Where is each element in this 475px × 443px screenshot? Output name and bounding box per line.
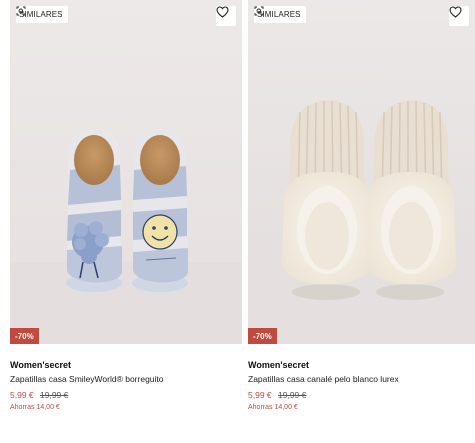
product-brand: Women'secret (248, 360, 309, 370)
product-card[interactable]: SIMILARES -70% Women'secret Zapatillas c… (248, 0, 475, 443)
similares-button[interactable]: SIMILARES (16, 6, 68, 23)
product-grid: SIMILARES -70% Women'secret Zapatillas c… (0, 0, 475, 443)
product-name[interactable]: Zapatillas casa canalé pelo blanco lurex (248, 374, 475, 385)
discount-badge: -70% (10, 328, 39, 344)
price-current: 5,99 € (10, 390, 34, 400)
product-brand: Women'secret (10, 360, 71, 370)
product-info: Women'secret Zapatillas casa canalé pelo… (248, 352, 475, 412)
product-name[interactable]: Zapatillas casa SmileyWorld® borreguito (10, 374, 242, 385)
similar-search-icon (254, 6, 264, 16)
heart-outline-icon (216, 6, 229, 18)
product-card[interactable]: SIMILARES -70% Women'secret Zapatillas c… (10, 0, 242, 443)
price-original: 19,99 € (40, 390, 69, 400)
favorite-button[interactable] (449, 6, 469, 26)
slippers-cream-fur-illustration (248, 0, 475, 344)
heart-outline-icon (449, 6, 462, 18)
discount-badge: -70% (248, 328, 277, 344)
product-info: Women'secret Zapatillas casa SmileyWorld… (10, 352, 242, 412)
savings-text: Ahorras 14,00 € (10, 404, 60, 411)
price-row: 5,99 € 19,99 € (10, 390, 242, 401)
similar-search-icon (16, 6, 26, 16)
price-row: 5,99 € 19,99 € (248, 390, 475, 401)
favorite-button[interactable] (216, 6, 236, 26)
similares-button[interactable]: SIMILARES (254, 6, 306, 23)
price-original: 19,99 € (278, 390, 307, 400)
product-image[interactable]: SIMILARES -70% (248, 0, 475, 344)
product-image[interactable]: SIMILARES -70% (10, 0, 242, 344)
price-current: 5,99 € (248, 390, 272, 400)
slippers-blue-smiley-illustration (10, 0, 242, 344)
savings-text: Ahorras 14,00 € (248, 404, 298, 411)
